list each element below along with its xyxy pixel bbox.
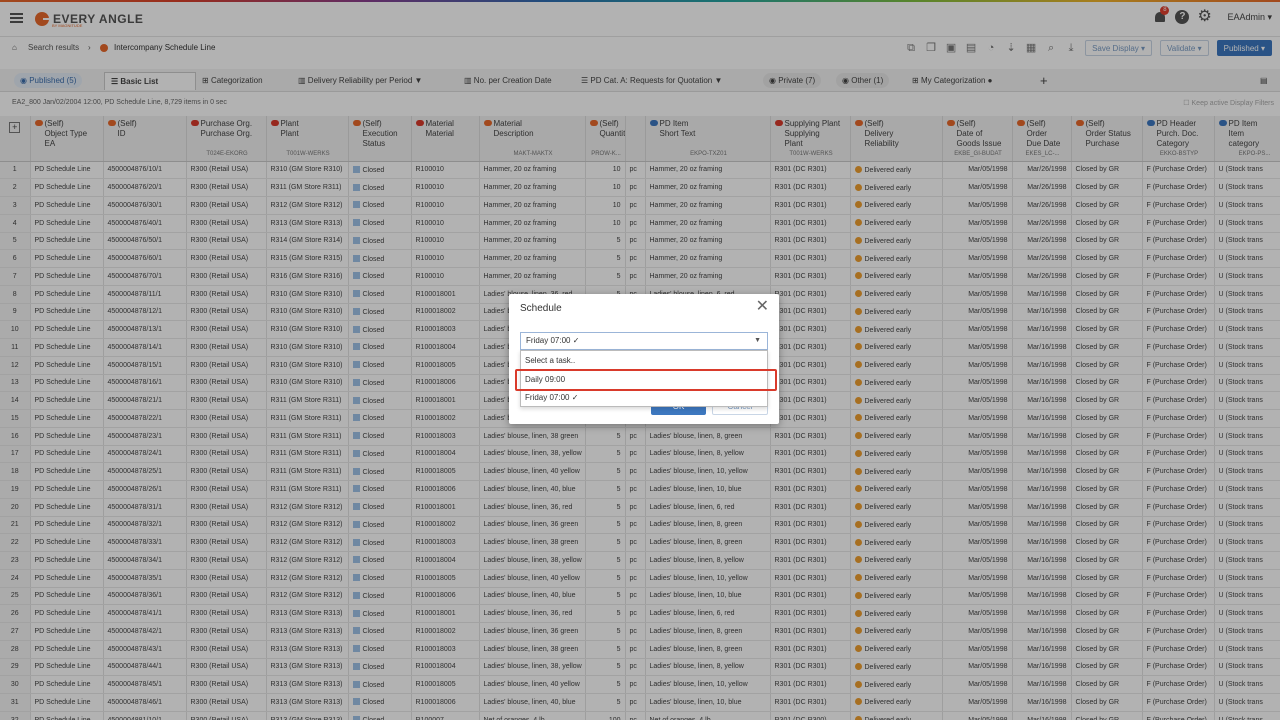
dropdown-option-friday-0700[interactable]: Friday 07:00 ✓ [521,389,767,407]
chevron-down-icon: ▼ [754,337,761,344]
dropdown-option-select-task[interactable]: Select a task.. [521,352,767,370]
task-select-value: Friday 07:00 ✓ [526,336,580,345]
task-select[interactable]: Friday 07:00 ✓ ▼ [520,332,768,350]
highlight-box [515,369,777,391]
close-icon[interactable]: ✕ [756,299,769,315]
dialog-title: Schedule [520,303,562,314]
